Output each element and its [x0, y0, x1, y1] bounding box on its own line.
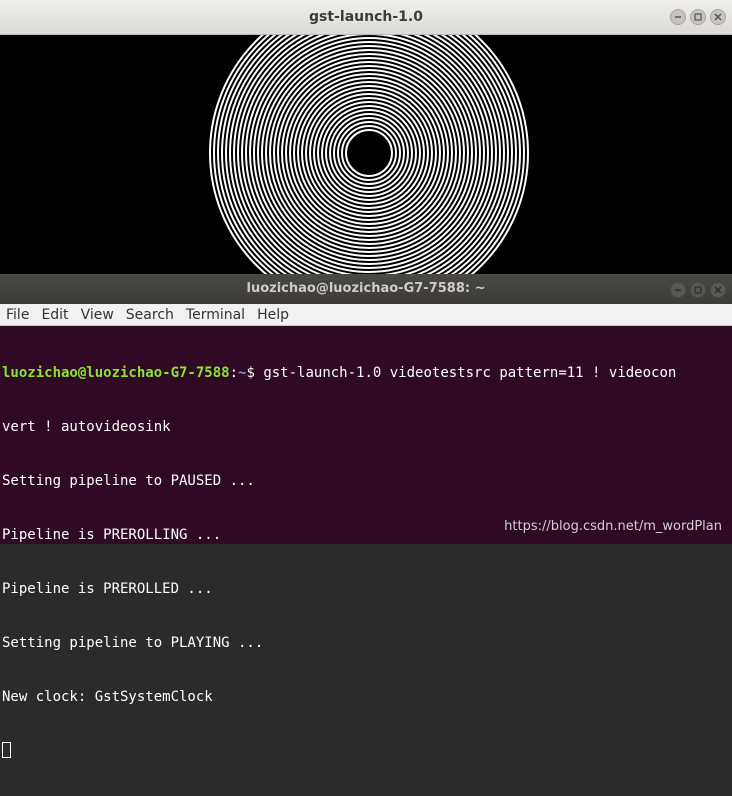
- minimize-icon[interactable]: [670, 9, 686, 25]
- video-window-titlebar[interactable]: gst-launch-1.0: [0, 0, 732, 35]
- terminal-cursor: [2, 742, 11, 758]
- output-line: New clock: GstSystemClock: [2, 689, 213, 705]
- cursor-line: [2, 742, 730, 760]
- maximize-icon[interactable]: [690, 9, 706, 25]
- video-window-title: gst-launch-1.0: [309, 9, 423, 25]
- maximize-icon[interactable]: [690, 282, 706, 298]
- menu-help[interactable]: Help: [257, 307, 289, 323]
- video-display: [0, 35, 732, 276]
- command-line-wrap: vert ! autovideosink: [2, 419, 171, 435]
- prompt-user: luozichao@luozichao-G7-7588: [2, 365, 230, 381]
- output-line: Setting pipeline to PLAYING ...: [2, 635, 264, 651]
- output-line: Pipeline is PREROLLED ...: [2, 581, 213, 597]
- menu-file[interactable]: File: [6, 307, 29, 323]
- close-icon[interactable]: [710, 9, 726, 25]
- command-line: luozichao@luozichao-G7-7588:~$ gst-launc…: [2, 364, 730, 382]
- menu-edit[interactable]: Edit: [41, 307, 68, 323]
- output-line: Setting pipeline to PAUSED ...: [2, 473, 255, 489]
- menu-terminal[interactable]: Terminal: [186, 307, 245, 323]
- terminal-titlebar[interactable]: luozichao@luozichao-G7-7588: ~: [0, 274, 732, 304]
- pattern-center: [349, 133, 389, 173]
- minimize-icon[interactable]: [670, 282, 686, 298]
- menu-search[interactable]: Search: [126, 307, 174, 323]
- terminal-menubar: File Edit View Search Terminal Help: [0, 304, 732, 326]
- menu-view[interactable]: View: [81, 307, 114, 323]
- video-window: gst-launch-1.0: [0, 0, 732, 276]
- prompt-separator: :: [229, 365, 239, 381]
- terminal-output[interactable]: luozichao@luozichao-G7-7588:~$ gst-launc…: [2, 328, 730, 758]
- terminal-window: luozichao@luozichao-G7-7588: ~ File Edit…: [0, 274, 732, 758]
- close-icon[interactable]: [710, 282, 726, 298]
- zone-plate-pattern: [209, 35, 529, 276]
- prompt-symbol: $: [246, 365, 264, 381]
- watermark: https://blog.csdn.net/m_wordPlan: [504, 519, 722, 534]
- command-text-1: gst-launch-1.0 videotestsrc pattern=11 !…: [263, 365, 677, 381]
- terminal-title: luozichao@luozichao-G7-7588: ~: [246, 281, 486, 296]
